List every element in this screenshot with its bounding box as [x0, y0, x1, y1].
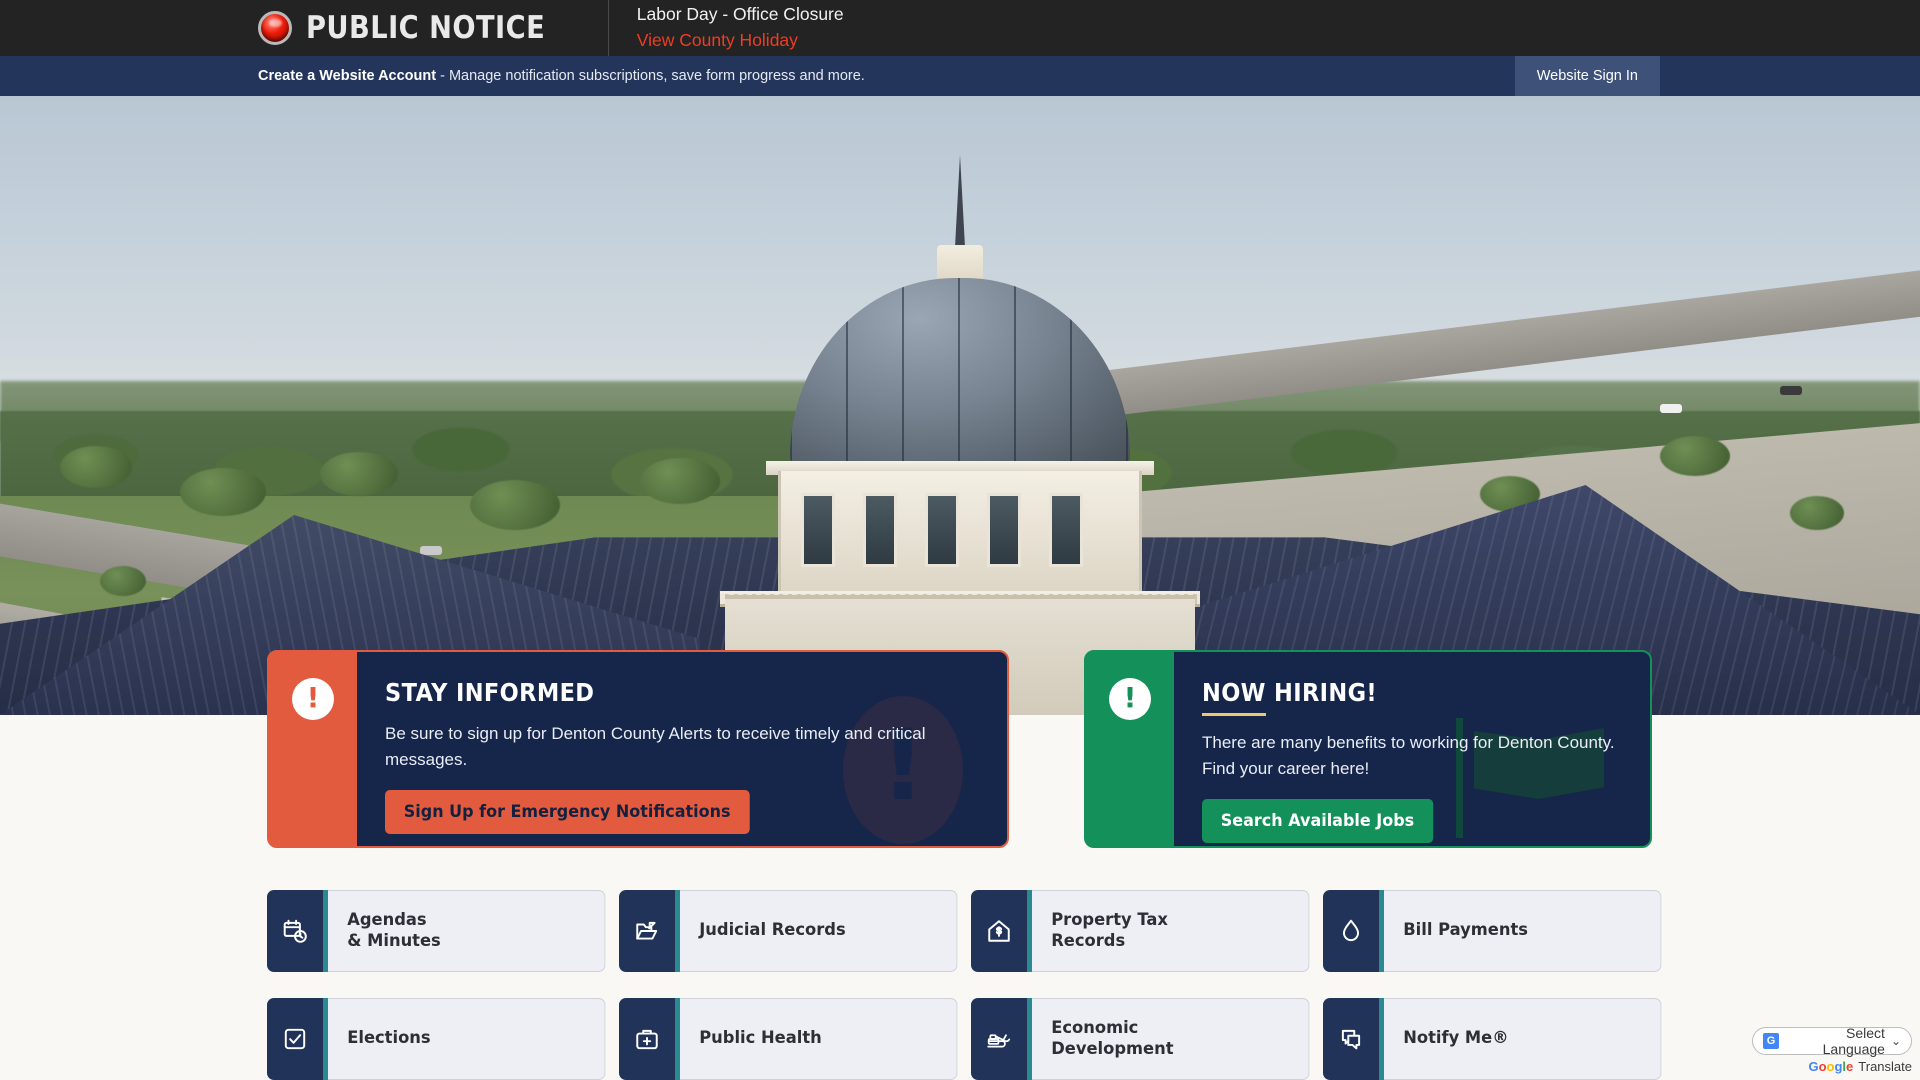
quick-link-label: Economic Development [1032, 998, 1310, 1080]
promo-heading-underline [1202, 713, 1266, 716]
quick-link-notify-me[interactable]: Notify Me® [1323, 998, 1673, 1080]
quick-link-label: Public Health [680, 998, 958, 1080]
google-translate-badge-icon: G [1763, 1033, 1779, 1049]
house-dollar-icon [971, 890, 1027, 972]
rotunda-dome [790, 278, 1130, 463]
folder-open-arrow-icon [619, 890, 675, 972]
promo-heading: STAY INFORMED [385, 678, 595, 707]
promo-card-stay-informed[interactable]: ! ! STAY INFORMED Be sure to sign up for… [267, 650, 1009, 848]
medical-kit-icon [619, 998, 675, 1080]
promo-text: There are many benefits to working for D… [1202, 733, 1615, 778]
google-wordmark: Google [1808, 1059, 1854, 1074]
quick-links-grid: Agendas & Minutes Judicial Records Prope… [267, 890, 1662, 1080]
hero-car [1660, 404, 1682, 413]
rotunda-drum [778, 471, 1142, 591]
rotunda-window [863, 493, 897, 567]
sign-up-emergency-notifications-button[interactable]: Sign Up for Emergency Notifications [385, 790, 750, 834]
website-sign-in-button[interactable]: Website Sign In [1514, 56, 1660, 96]
select-language-dropdown[interactable]: G Select Language ⌄ [1752, 1025, 1912, 1057]
hero-tree [180, 468, 266, 516]
quick-link-label: Property Tax Records [1032, 890, 1310, 972]
alert-exclamation-icon: ! [292, 678, 334, 720]
hero-car [420, 546, 442, 555]
public-notice-brand: PUBLIC NOTICE [258, 10, 578, 46]
google-translate-widget: G Select Language ⌄ Google Translate [1752, 1025, 1912, 1074]
promo-card-rail: ! [1086, 652, 1174, 846]
public-notice-title: PUBLIC NOTICE [306, 10, 546, 46]
promo-card-body: ! STAY INFORMED Be sure to sign up for D… [357, 652, 1007, 846]
view-county-holiday-link[interactable]: View County Holiday [637, 29, 844, 53]
hero-tree [470, 480, 560, 530]
search-available-jobs-button[interactable]: Search Available Jobs [1202, 799, 1433, 843]
quick-link-public-health[interactable]: Public Health [619, 998, 969, 1080]
google-translate-attribution: Google Translate [1752, 1059, 1912, 1074]
quick-link-elections[interactable]: Elections [267, 998, 617, 1080]
quick-link-economic-development[interactable]: Economic Development [971, 998, 1321, 1080]
promo-heading: NOW HIRING! [1202, 678, 1378, 707]
promo-card-now-hiring[interactable]: ! NOW HIRING! There are many benefits to… [1084, 650, 1652, 848]
hero-banner-image [0, 96, 1920, 715]
quick-link-agendas-minutes[interactable]: Agendas & Minutes [267, 890, 617, 972]
hero-tree [60, 446, 132, 488]
create-account-link[interactable]: Create a Website Account [258, 68, 436, 84]
promo-card-body: NOW HIRING! There are many benefits to w… [1174, 652, 1650, 846]
notice-divider [607, 0, 609, 56]
water-drop-icon [1323, 890, 1379, 972]
hero-car [1780, 386, 1802, 395]
account-bar: Create a Website Account - Manage notifi… [0, 56, 1920, 96]
hero-tree [320, 452, 398, 496]
chevron-down-icon: ⌄ [1890, 1034, 1901, 1048]
calendar-clock-icon [267, 890, 323, 972]
quick-link-property-tax-records[interactable]: Property Tax Records [971, 890, 1321, 972]
promo-cards: ! ! STAY INFORMED Be sure to sign up for… [0, 650, 1920, 850]
quick-link-label: Agendas & Minutes [328, 890, 606, 972]
hiring-exclamation-icon: ! [1109, 678, 1151, 720]
checkbox-check-icon [267, 998, 323, 1080]
quick-link-label: Notify Me® [1384, 998, 1662, 1080]
create-account-description: - Manage notification subscriptions, sav… [436, 68, 865, 84]
rotunda-window [801, 493, 835, 567]
public-notice-bar: PUBLIC NOTICE Labor Day - Office Closure… [0, 0, 1920, 56]
create-account-text: Create a Website Account - Manage notifi… [258, 68, 865, 84]
hero-tree [1790, 496, 1844, 530]
hero-courthouse-rotunda [680, 155, 1240, 715]
rotunda-window [1049, 493, 1083, 567]
excavator-icon [971, 998, 1027, 1080]
rotunda-window [925, 493, 959, 567]
translate-word: Translate [1858, 1059, 1912, 1074]
promo-text: Be sure to sign up for Denton County Ale… [385, 724, 926, 769]
quick-link-judicial-records[interactable]: Judicial Records [619, 890, 969, 972]
hero-tree [100, 566, 146, 596]
quick-link-label: Elections [328, 998, 606, 1080]
notice-message: Labor Day - Office Closure View County H… [637, 3, 844, 52]
quick-link-label: Judicial Records [680, 890, 958, 972]
quick-link-label: Bill Payments [1384, 890, 1662, 972]
siren-icon [258, 11, 292, 45]
quick-link-bill-payments[interactable]: Bill Payments [1323, 890, 1673, 972]
rotunda-spire [955, 155, 965, 247]
promo-card-rail: ! [269, 652, 357, 846]
notice-message-title: Labor Day - Office Closure [636, 4, 844, 25]
select-language-label: Select Language [1822, 1025, 1885, 1057]
hero-tree [1660, 436, 1730, 476]
speech-bubbles-icon [1323, 998, 1379, 1080]
rotunda-window [987, 493, 1021, 567]
